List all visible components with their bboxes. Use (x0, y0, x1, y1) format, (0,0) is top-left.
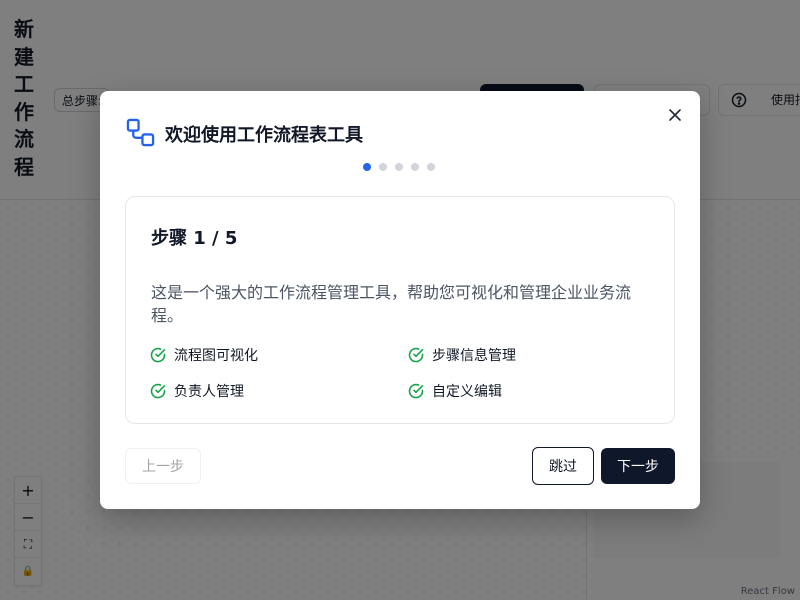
step-title: 步骤 1 / 5 (151, 228, 238, 249)
step-dot[interactable] (427, 163, 435, 171)
feature-label: 步骤信息管理 (432, 348, 516, 364)
welcome-dialog: 欢迎使用工作流程表工具 步骤 1 / 5 这是一个强大的工作流程管理工具，帮助您… (100, 91, 700, 509)
close-icon (669, 108, 681, 121)
close-button[interactable] (664, 105, 686, 127)
feature-item: 自定义编辑 (408, 381, 502, 401)
feature-item: 流程图可视化 (150, 345, 258, 365)
feature-label: 负责人管理 (174, 384, 244, 400)
step-dot[interactable] (395, 163, 403, 171)
check-circle-icon (150, 347, 166, 363)
dialog-title: 欢迎使用工作流程表工具 (165, 125, 363, 146)
step-indicator (363, 163, 435, 171)
feature-label: 流程图可视化 (174, 348, 258, 364)
feature-item: 负责人管理 (150, 381, 244, 401)
workflow-icon (126, 118, 155, 147)
feature-item: 步骤信息管理 (408, 345, 516, 365)
step-card: 步骤 1 / 5 这是一个强大的工作流程管理工具，帮助您可视化和管理企业业务流程… (125, 196, 675, 424)
step-dot[interactable] (379, 163, 387, 171)
step-dot[interactable] (363, 163, 371, 171)
skip-button[interactable]: 跳过 (532, 447, 594, 485)
step-description: 这是一个强大的工作流程管理工具，帮助您可视化和管理企业业务流程。 (151, 283, 632, 325)
previous-button[interactable]: 上一步 (125, 448, 201, 484)
check-circle-icon (408, 347, 424, 363)
feature-label: 自定义编辑 (432, 384, 502, 400)
check-circle-icon (408, 383, 424, 399)
check-circle-icon (150, 383, 166, 399)
step-dot[interactable] (411, 163, 419, 171)
next-button[interactable]: 下一步 (601, 448, 675, 484)
